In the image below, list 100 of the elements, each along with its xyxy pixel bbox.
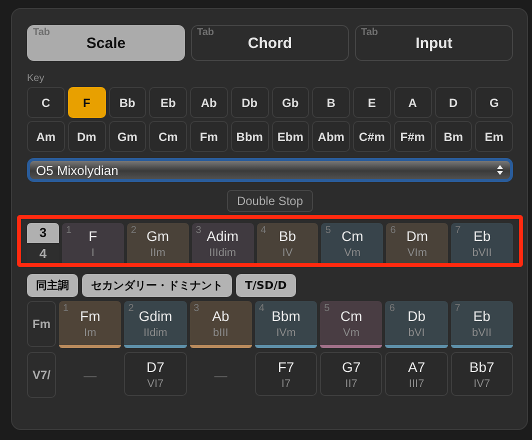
key-button[interactable]: B bbox=[312, 87, 350, 118]
key-button[interactable]: F bbox=[68, 87, 106, 118]
row-label: V7/ bbox=[27, 352, 56, 398]
roman-numeral: VI7 bbox=[147, 378, 164, 390]
empty-dash: — bbox=[214, 368, 228, 382]
chord-button[interactable]: 5 Cm Vm bbox=[320, 301, 382, 348]
degree-number: 2 bbox=[128, 303, 134, 314]
key-button[interactable]: Dm bbox=[68, 121, 106, 152]
degree-number: 5 bbox=[324, 303, 330, 314]
key-button[interactable]: Db bbox=[230, 87, 268, 118]
mode-button[interactable]: 同主調 bbox=[27, 274, 78, 297]
key-button[interactable]: Bb bbox=[108, 87, 146, 118]
double-stop-button[interactable]: Double Stop bbox=[226, 190, 314, 212]
voicing-toggle[interactable]: 3 bbox=[27, 223, 59, 242]
key-button[interactable]: E bbox=[353, 87, 391, 118]
key-button[interactable]: C bbox=[27, 87, 65, 118]
empty-dash: — bbox=[84, 368, 97, 382]
tab-hint: Tab bbox=[33, 27, 50, 38]
degree-number: 6 bbox=[390, 225, 396, 236]
chord-button[interactable]: D7 VI7 bbox=[124, 352, 187, 396]
key-button[interactable]: Gb bbox=[272, 87, 310, 118]
roman-numeral: Im bbox=[84, 326, 96, 338]
key-button[interactable]: D bbox=[434, 87, 472, 118]
roman-numeral: IV7 bbox=[474, 378, 490, 390]
key-button[interactable]: A bbox=[394, 87, 432, 118]
degree-number: 3 bbox=[194, 303, 200, 314]
key-button[interactable]: Ab bbox=[190, 87, 228, 118]
key-button[interactable]: Gm bbox=[108, 121, 146, 152]
degree-number: 1 bbox=[66, 225, 72, 236]
chord-button[interactable]: 7 Eb bVII bbox=[450, 301, 513, 348]
key-button[interactable]: G bbox=[475, 87, 513, 118]
chord-button[interactable]: 2 Gm IIm bbox=[126, 223, 189, 263]
key-button[interactable]: Cm bbox=[149, 121, 187, 152]
tab-hint: Tab bbox=[361, 27, 378, 38]
chord-name: Gm bbox=[146, 228, 170, 244]
roman-numeral: Vm bbox=[344, 246, 361, 258]
chord-name: Eb bbox=[474, 228, 491, 244]
chord-name: Fm bbox=[80, 308, 100, 324]
chord-button[interactable]: 1 Fm Im bbox=[59, 301, 122, 348]
chord-name: Cm bbox=[341, 228, 364, 244]
chord-button[interactable]: 4 Bb IV bbox=[256, 223, 318, 263]
tab[interactable]: Tab Input bbox=[355, 25, 513, 61]
roman-numeral: bVII bbox=[472, 246, 492, 258]
key-button[interactable]: C#m bbox=[353, 121, 391, 152]
tab-hint: Tab bbox=[197, 27, 214, 38]
chord-button[interactable]: 6 Db bVI bbox=[385, 301, 448, 348]
chord-button[interactable]: 5 Cm Vm bbox=[321, 223, 384, 263]
mode-button[interactable]: セカンダリー・ドミナント bbox=[82, 274, 232, 297]
key-button[interactable]: Fm bbox=[190, 121, 228, 152]
tab[interactable]: Tab Scale bbox=[27, 25, 185, 61]
chord-button[interactable]: 6 Dm VIm bbox=[386, 223, 448, 263]
key-button[interactable]: Bbm bbox=[230, 121, 268, 152]
chord-name: G7 bbox=[342, 358, 361, 374]
chord-name: Ab bbox=[212, 308, 230, 324]
chord-name: Bb bbox=[278, 228, 296, 244]
chord-name: F7 bbox=[278, 358, 294, 374]
key-button[interactable]: Abm bbox=[312, 121, 350, 152]
chord-button[interactable]: F7 I7 bbox=[254, 352, 318, 396]
roman-numeral: bIII bbox=[213, 326, 228, 338]
degree-number: 2 bbox=[130, 225, 136, 236]
chord-button[interactable]: G7 II7 bbox=[320, 352, 382, 396]
roman-numeral: bVII bbox=[472, 326, 492, 338]
chord-button[interactable]: 1 F I bbox=[62, 223, 124, 263]
roman-numeral: VIm bbox=[407, 246, 427, 258]
updown-chevron-icon bbox=[496, 164, 504, 176]
degree-number: 6 bbox=[389, 303, 395, 314]
key-button[interactable]: Bm bbox=[434, 121, 472, 152]
degree-number: 7 bbox=[454, 303, 460, 314]
roman-numeral: IIdim bbox=[144, 326, 168, 338]
key-button[interactable]: Em bbox=[475, 121, 513, 152]
key-button[interactable]: Am bbox=[27, 121, 65, 152]
key-button[interactable]: Eb bbox=[149, 87, 187, 118]
chord-name: Eb bbox=[473, 308, 490, 324]
chord-button[interactable]: 2 Gdim IIdim bbox=[124, 301, 187, 348]
chord-button[interactable]: 4 Bbm IVm bbox=[254, 301, 318, 348]
roman-numeral: IIIdim bbox=[209, 246, 236, 258]
key-label: Key bbox=[27, 73, 44, 84]
chord-button[interactable]: Bb7 IV7 bbox=[450, 352, 513, 396]
chord-name: Db bbox=[408, 308, 426, 324]
roman-numeral: I7 bbox=[281, 378, 291, 390]
chord-name: F bbox=[88, 228, 98, 244]
chord-name: A7 bbox=[408, 358, 426, 374]
chord-button[interactable]: 3 Ab bIII bbox=[190, 301, 252, 348]
select-value: O5 Mixolydian bbox=[36, 162, 118, 178]
chord-name: Bbm bbox=[272, 308, 300, 324]
mode-button[interactable]: T/SD/D bbox=[236, 274, 296, 297]
key-button[interactable]: F#m bbox=[394, 121, 432, 152]
row-label: Fm bbox=[27, 301, 56, 347]
chord-button[interactable]: A7 III7 bbox=[385, 352, 448, 396]
roman-numeral: I bbox=[91, 246, 94, 258]
key-button[interactable]: Ebm bbox=[272, 121, 310, 152]
degree-number: 4 bbox=[260, 225, 266, 236]
chord-button[interactable]: 3 Adim IIIdim bbox=[192, 223, 254, 263]
chord-name: D7 bbox=[146, 358, 164, 374]
scale-select[interactable]: O5 Mixolydian bbox=[27, 158, 513, 182]
roman-numeral: Vm bbox=[343, 326, 360, 338]
tab[interactable]: Tab Chord bbox=[191, 25, 349, 61]
chord-button[interactable]: 7 Eb bVII bbox=[451, 223, 513, 263]
chord-name: Cm bbox=[340, 308, 362, 324]
chord-name: Bb7 bbox=[469, 358, 494, 374]
